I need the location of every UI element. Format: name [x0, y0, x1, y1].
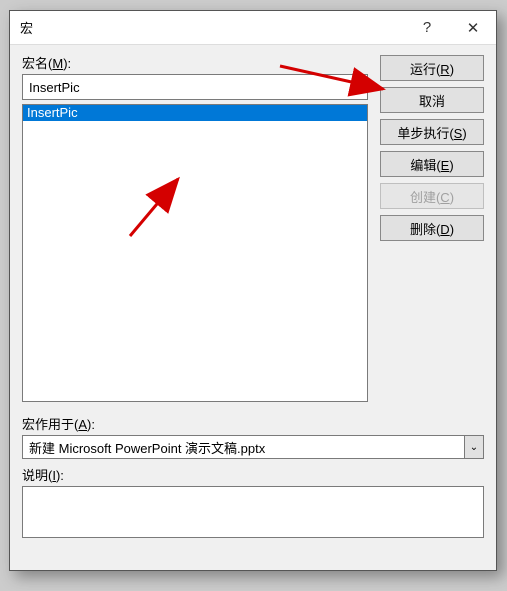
- cancel-button[interactable]: 取消: [380, 87, 484, 113]
- close-button[interactable]: ✕: [450, 11, 496, 45]
- macro-dialog: 宏 ? ✕ 宏名(M): InsertPic 运行(R) 取消 单步执行(S) …: [9, 10, 497, 571]
- run-button[interactable]: 运行(R): [380, 55, 484, 81]
- dialog-title: 宏: [20, 18, 404, 37]
- right-column: 运行(R) 取消 单步执行(S) 编辑(E) 创建(C) 删除(D): [380, 53, 484, 402]
- bottom-section: 宏作用于(A): ⌄ 说明(I):: [10, 414, 496, 550]
- description-box: [22, 486, 484, 538]
- macro-in-value[interactable]: [22, 435, 464, 459]
- macro-in-label: 宏作用于(A):: [22, 414, 484, 433]
- step-button[interactable]: 单步执行(S): [380, 119, 484, 145]
- left-column: 宏名(M): InsertPic: [22, 53, 368, 402]
- macro-listbox[interactable]: InsertPic: [22, 104, 368, 402]
- edit-button[interactable]: 编辑(E): [380, 151, 484, 177]
- macro-name-input[interactable]: [22, 74, 368, 100]
- delete-button[interactable]: 删除(D): [380, 215, 484, 241]
- content-area: 宏名(M): InsertPic 运行(R) 取消 单步执行(S) 编辑(E) …: [10, 45, 496, 414]
- chevron-down-icon: ⌄: [470, 442, 478, 453]
- create-button: 创建(C): [380, 183, 484, 209]
- macro-name-label: 宏名(M):: [22, 53, 368, 72]
- list-item[interactable]: InsertPic: [23, 105, 367, 121]
- help-button[interactable]: ?: [404, 11, 450, 45]
- macro-in-select[interactable]: ⌄: [22, 435, 484, 459]
- help-icon: ?: [423, 19, 431, 36]
- titlebar: 宏 ? ✕: [10, 11, 496, 45]
- close-icon: ✕: [467, 19, 480, 37]
- dropdown-button[interactable]: ⌄: [464, 435, 484, 459]
- description-label: 说明(I):: [22, 465, 484, 484]
